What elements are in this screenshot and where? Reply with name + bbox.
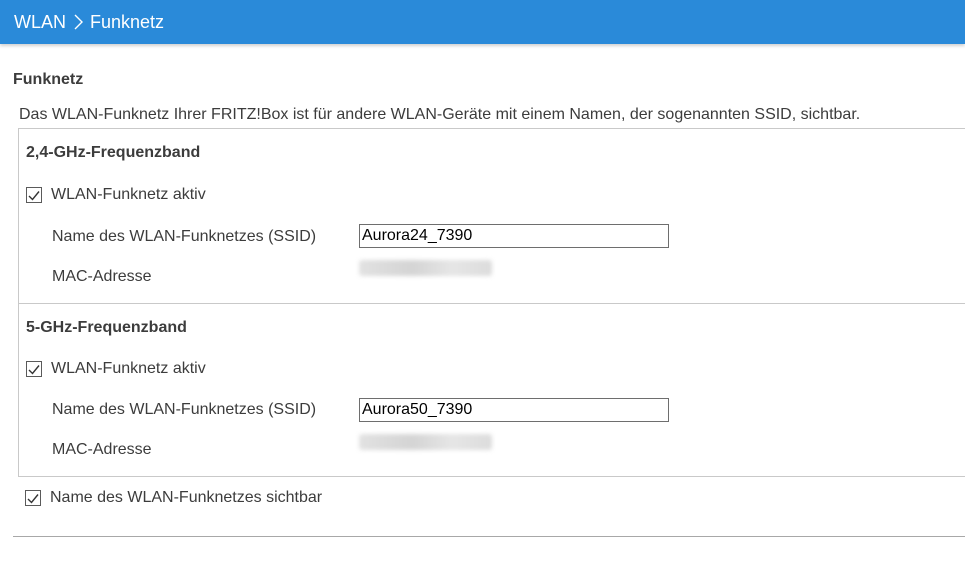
band-5ghz-mac-label: MAC-Adresse: [52, 441, 152, 458]
intro-text: Das WLAN-Funknetz Ihrer FRITZ!Box ist fü…: [19, 106, 861, 123]
band-5ghz-ssid-label: Name des WLAN-Funknetzes (SSID): [52, 401, 317, 418]
ssid-visible-checkbox[interactable]: [25, 490, 41, 506]
band-24ghz-title: 2,4-GHz-Frequenzband: [26, 144, 201, 161]
breadcrumb-current: Funknetz: [90, 11, 165, 32]
ssid-visible-toggle[interactable]: Name des WLAN-Funknetzes sichtbar: [25, 489, 322, 507]
page-title: Funknetz: [13, 71, 84, 88]
checkmark-icon: [28, 190, 40, 201]
ssid-visible-label: Name des WLAN-Funknetzes sichtbar: [50, 489, 323, 506]
checkmark-icon: [28, 364, 40, 375]
band-5ghz-panel: 5-GHz-Frequenzband WLAN-Funknetz aktiv N…: [18, 303, 965, 477]
band-24ghz-ssid-input[interactable]: [359, 224, 669, 248]
chevron-right-icon: [72, 13, 86, 31]
top-bar: WLAN Funknetz: [0, 0, 965, 44]
band-5ghz-title: 5-GHz-Frequenzband: [26, 319, 187, 336]
divider: [13, 536, 965, 537]
band-5ghz-ssid-input[interactable]: [359, 398, 669, 422]
band-24ghz-mac-value-redacted: [359, 260, 492, 276]
checkmark-icon: [27, 493, 39, 504]
band-5ghz-mac-value-redacted: [359, 434, 492, 450]
band-5ghz-active-label: WLAN-Funknetz aktiv: [51, 360, 206, 377]
band-5ghz-active-checkbox[interactable]: [26, 361, 42, 377]
band-24ghz-active-checkbox[interactable]: [26, 187, 42, 203]
breadcrumb-parent[interactable]: WLAN: [14, 12, 66, 33]
band-24ghz-active-label: WLAN-Funknetz aktiv: [51, 186, 206, 203]
band-5ghz-active-toggle[interactable]: WLAN-Funknetz aktiv: [26, 360, 206, 378]
band-24ghz-mac-label: MAC-Adresse: [52, 268, 152, 285]
band-24ghz-panel: 2,4-GHz-Frequenzband WLAN-Funknetz aktiv…: [18, 128, 965, 304]
band-24ghz-active-toggle[interactable]: WLAN-Funknetz aktiv: [26, 186, 206, 204]
band-24ghz-ssid-label: Name des WLAN-Funknetzes (SSID): [52, 228, 317, 245]
